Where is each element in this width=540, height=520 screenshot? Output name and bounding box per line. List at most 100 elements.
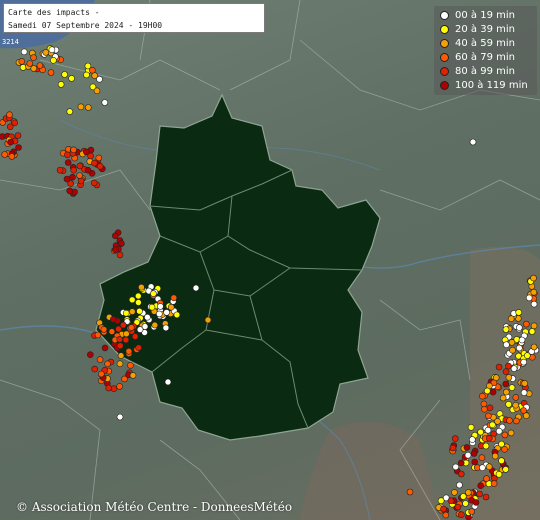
- strike-marker: [491, 452, 499, 460]
- strike-marker: [135, 299, 142, 306]
- strike-marker: [129, 308, 136, 315]
- strike-marker: [507, 429, 515, 437]
- strike-marker: [83, 148, 90, 156]
- strike-marker: [485, 412, 492, 420]
- strike-marker: [482, 493, 490, 501]
- strike-marker: [512, 401, 520, 409]
- strike-marker: [110, 315, 117, 323]
- strike-marker: [480, 400, 488, 408]
- strike-marker: [470, 450, 478, 457]
- strike-marker: [523, 352, 531, 359]
- lightning-map: Carte des impacts - Samedi 07 Septembre …: [0, 0, 540, 520]
- strike-marker: [505, 362, 512, 370]
- strike-marker: [77, 177, 85, 185]
- strike-marker: [64, 159, 72, 166]
- strike-marker: [112, 232, 119, 240]
- strike-marker: [15, 144, 22, 151]
- strike-marker: [451, 489, 458, 496]
- strike-marker: [95, 154, 103, 162]
- strike-marker: [100, 326, 108, 333]
- strike-marker: [447, 497, 455, 505]
- strike-marker: [518, 336, 526, 344]
- strike-marker: [131, 333, 139, 340]
- strike-marker: [151, 321, 159, 329]
- strike-marker: [502, 368, 510, 375]
- strike-marker: [164, 378, 172, 386]
- legend-swatch-icon: [440, 66, 449, 76]
- legend-item: 100 à 119 min: [434, 78, 537, 92]
- strike-marker: [482, 442, 490, 450]
- strike-marker: [530, 322, 538, 330]
- legend: 00 à 19 min 20 à 39 min 40 à 59 min 60 à…: [434, 6, 537, 95]
- strike-marker: [505, 374, 513, 381]
- strike-marker: [530, 300, 538, 308]
- strike-marker: [136, 307, 143, 315]
- strike-marker: [520, 389, 528, 396]
- strike-marker: [406, 488, 414, 496]
- legend-label: 80 à 99 min: [455, 65, 515, 77]
- legend-item: 40 à 59 min: [434, 36, 537, 50]
- strike-marker: [498, 457, 505, 465]
- strike-marker: [87, 351, 94, 359]
- strike-marker: [123, 330, 130, 338]
- strike-marker: [521, 380, 529, 387]
- strike-marker: [30, 65, 38, 72]
- strike-marker: [512, 394, 520, 401]
- strike-marker: [515, 344, 523, 352]
- strike-marker: [18, 58, 26, 65]
- strike-marker: [138, 283, 145, 291]
- strike-marker: [515, 324, 523, 331]
- strike-marker: [70, 146, 77, 154]
- strike-marker: [478, 454, 486, 462]
- strike-marker: [471, 458, 479, 466]
- strike-marker: [506, 417, 513, 424]
- strike-marker: [36, 62, 44, 69]
- strike-marker: [513, 417, 520, 425]
- strike-marker: [472, 499, 480, 506]
- strike-marker: [156, 310, 163, 318]
- strike-marker: [449, 444, 457, 452]
- strike-marker: [157, 303, 164, 310]
- strike-marker: [47, 69, 55, 76]
- strike-marker: [457, 470, 465, 478]
- legend-label: 100 à 119 min: [455, 79, 528, 91]
- strike-marker: [69, 173, 76, 181]
- strike-marker: [116, 335, 123, 343]
- strike-marker: [57, 81, 65, 88]
- strike-marker: [26, 60, 34, 67]
- strike-marker: [129, 372, 137, 379]
- strike-marker: [128, 324, 135, 331]
- strike-marker: [8, 153, 16, 160]
- strike-marker: [56, 166, 64, 174]
- strike-marker: [162, 324, 170, 332]
- legend-swatch-icon: [440, 10, 449, 20]
- legend-swatch-icon: [440, 24, 449, 34]
- strike-marker: [6, 111, 13, 118]
- strike-marker: [63, 175, 71, 183]
- strike-marker: [503, 341, 510, 349]
- strike-marker: [452, 463, 460, 471]
- strike-marker: [122, 336, 130, 344]
- strike-marker: [20, 48, 28, 56]
- strike-marker: [112, 246, 119, 254]
- strike-marker: [66, 108, 74, 115]
- strike-marker: [204, 316, 212, 324]
- legend-label: 60 à 79 min: [455, 51, 515, 63]
- map-title-box: Carte des impacts - Samedi 07 Septembre …: [3, 3, 265, 33]
- strike-marker: [483, 387, 491, 395]
- strike-marker: [507, 315, 515, 323]
- strike-marker: [476, 490, 483, 498]
- strike-marker: [530, 288, 538, 296]
- strike-marker: [498, 440, 505, 448]
- strike-marker: [108, 328, 116, 335]
- strike-marker: [440, 505, 447, 513]
- strike-marker: [522, 320, 530, 328]
- strike-marker: [492, 374, 500, 381]
- strike-marker: [509, 346, 516, 354]
- strike-marker: [462, 500, 469, 507]
- strike-marker: [93, 87, 101, 95]
- copyright-notice: © Association Météo Centre - DonneesMété…: [16, 500, 293, 514]
- legend-item: 20 à 39 min: [434, 22, 537, 36]
- strike-marker: [170, 294, 178, 302]
- strike-marker: [458, 511, 465, 519]
